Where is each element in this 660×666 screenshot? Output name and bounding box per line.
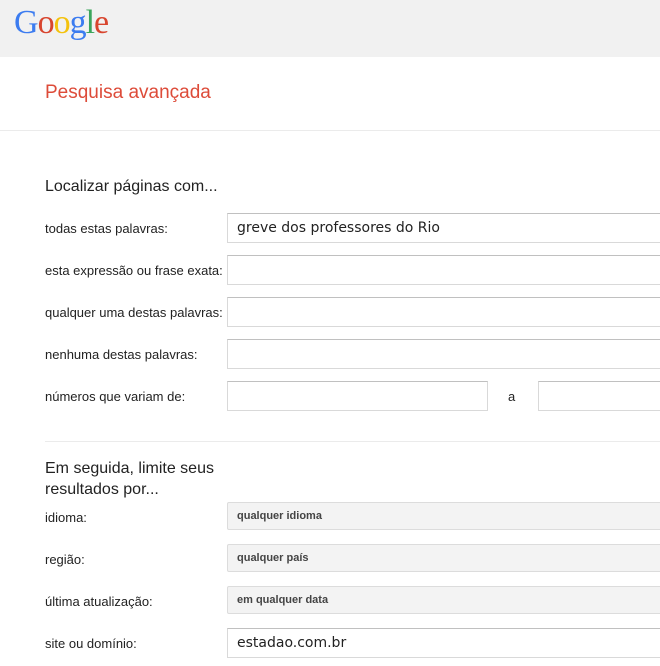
section-heading: Localizar páginas com... [45, 178, 218, 195]
range-to-input[interactable] [538, 381, 660, 411]
google-logo[interactable]: Google [14, 4, 109, 42]
all-words-label: todas estas palavras: [45, 221, 168, 236]
range-separator: a [508, 389, 516, 404]
site-input[interactable]: estadao.com.br [227, 628, 660, 658]
language-label: idioma: [45, 510, 87, 525]
last-update-label: última atualização: [45, 594, 153, 609]
header: Google [0, 0, 660, 57]
site-label: site ou domínio: [45, 636, 137, 651]
language-select[interactable]: qualquer idioma [227, 502, 660, 530]
none-words-label: nenhuma destas palavras: [45, 347, 198, 362]
exact-phrase-input[interactable] [227, 255, 660, 285]
none-words-input[interactable] [227, 339, 660, 369]
range-label: números que variam de: [45, 389, 186, 404]
region-select[interactable]: qualquer país [227, 544, 660, 572]
any-words-input[interactable] [227, 297, 660, 327]
last-update-select[interactable]: em qualquer data [227, 586, 660, 614]
section-heading: Em seguida, limite seus resultados por..… [45, 460, 214, 498]
region-label: região: [45, 552, 85, 567]
divider [45, 441, 660, 442]
divider [0, 130, 660, 131]
all-words-input[interactable]: greve dos professores do Rio [227, 213, 660, 243]
exact-phrase-label: esta expressão ou frase exata: [45, 263, 223, 278]
any-words-label: qualquer uma destas palavras: [45, 305, 223, 320]
range-from-input[interactable] [227, 381, 488, 411]
page-title: Pesquisa avançada [45, 82, 211, 103]
